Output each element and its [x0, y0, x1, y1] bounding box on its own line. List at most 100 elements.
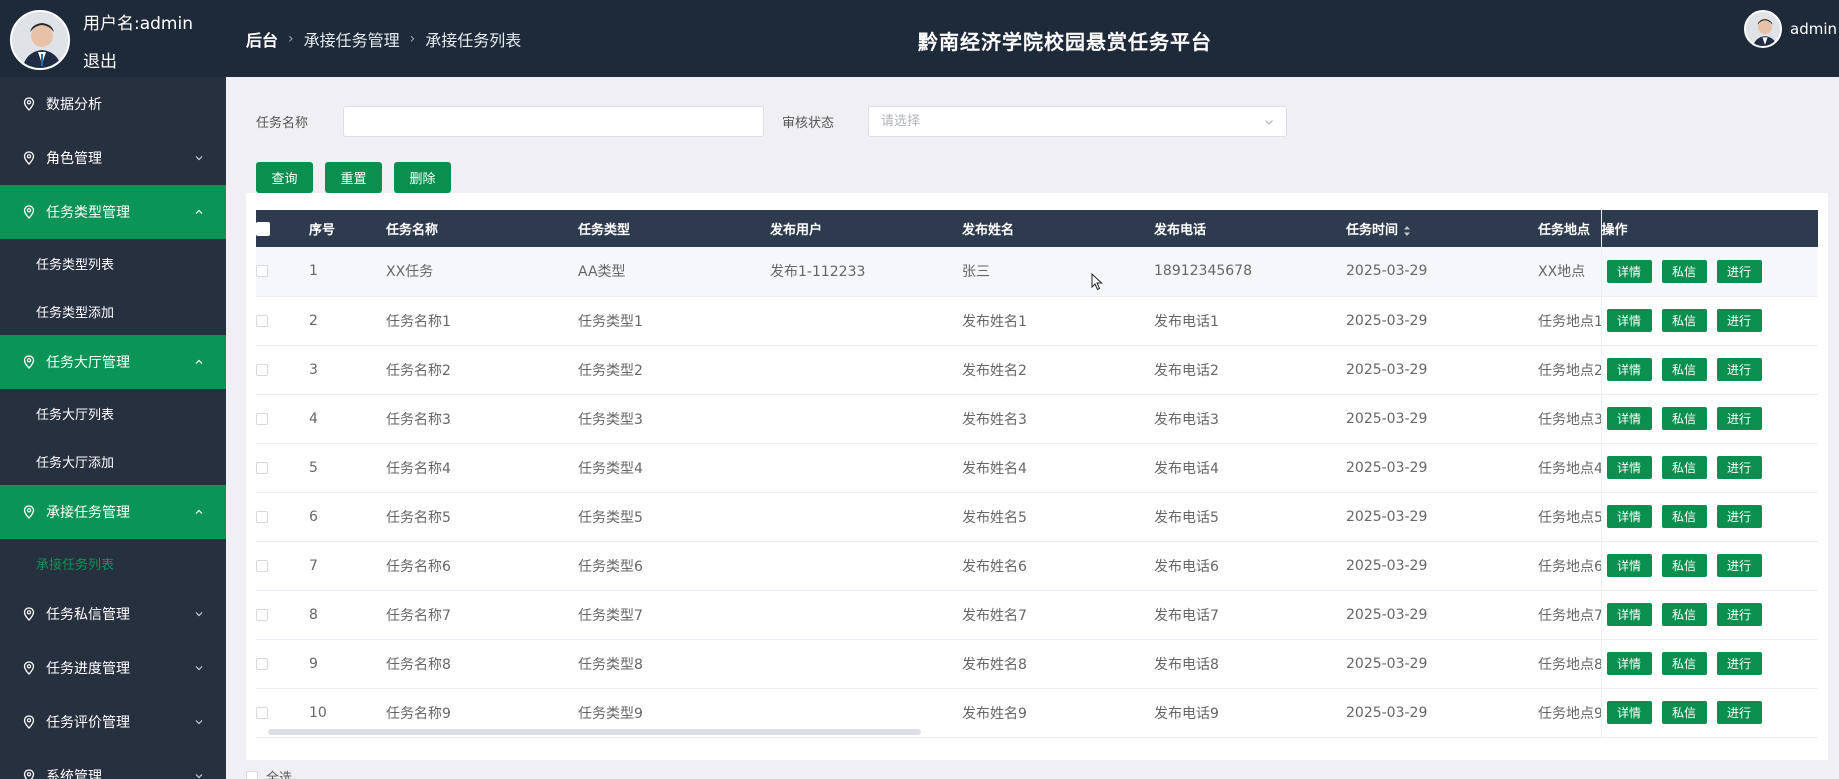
row-checkbox[interactable]	[256, 314, 268, 327]
breadcrumb-item[interactable]: 承接任务管理	[304, 27, 400, 51]
detail-button[interactable]: 详情	[1606, 652, 1652, 675]
detail-button[interactable]: 详情	[1606, 456, 1652, 479]
sidebar-item-task-message-management[interactable]: 任务私信管理	[0, 587, 226, 641]
cell-publisher	[770, 639, 962, 688]
message-button[interactable]: 私信	[1661, 259, 1707, 283]
sidebar-subitem-task-type-add[interactable]: 任务类型添加	[0, 287, 226, 335]
task-name-input[interactable]	[343, 106, 764, 137]
row-operations: 详情 私信 进行	[1600, 590, 1818, 639]
row-checkbox[interactable]	[256, 608, 268, 621]
row-checkbox[interactable]	[256, 363, 268, 376]
message-button[interactable]: 私信	[1661, 603, 1707, 626]
cell-publisher-phone: 发布电话1	[1154, 313, 1219, 330]
detail-button[interactable]: 详情	[1606, 259, 1652, 283]
sidebar-subitem-task-hall-list[interactable]: 任务大厅列表	[0, 389, 226, 437]
proceed-button[interactable]: 进行	[1716, 603, 1762, 626]
sidebar-subitem-task-type-list[interactable]: 任务类型列表	[0, 239, 226, 287]
select-all-footer[interactable]: 全选	[246, 767, 292, 779]
row-checkbox[interactable]	[256, 706, 268, 719]
table-row[interactable]: 3 任务名称2 任务类型2 发布姓名2 发布电话2 2025-03-29 任务地点2 详情 私信…	[256, 345, 1818, 394]
cell-publisher	[770, 590, 962, 639]
table-row[interactable]: 6 任务名称5 任务类型5 发布姓名5 发布电话5 2025-03-29 任务地点5 详情 私信…	[256, 492, 1818, 541]
detail-button[interactable]: 详情	[1606, 554, 1652, 577]
table-row[interactable]: 2 任务名称1 任务类型1 发布姓名1 发布电话1 2025-03-29 任务地点1 详情 私信…	[256, 296, 1818, 345]
cell-index: 1	[309, 263, 318, 280]
cell-publisher	[770, 394, 962, 443]
cell-publisher-name: 张三	[962, 264, 990, 281]
message-button[interactable]: 私信	[1661, 701, 1707, 724]
sidebar-item-role-management[interactable]: 角色管理	[0, 131, 226, 185]
detail-button[interactable]: 详情	[1606, 407, 1652, 430]
sidebar-item-data-analysis[interactable]: 数据分析	[0, 77, 226, 131]
sidebar-item-task-review-management[interactable]: 任务评价管理	[0, 695, 226, 749]
avatar[interactable]	[1744, 10, 1782, 48]
table-header-row: 序号 任务名称 任务类型 发布用户 发布姓名 发布电话 任务时间 任务地点 操作	[256, 210, 1818, 247]
cell-task-type: 任务类型7	[578, 607, 643, 624]
detail-button[interactable]: 详情	[1606, 603, 1652, 626]
cell-publisher-name: 发布姓名8	[962, 656, 1027, 673]
table-row[interactable]: 7 任务名称6 任务类型6 发布姓名6 发布电话6 2025-03-29 任务地点6 详情 私信…	[256, 541, 1818, 590]
detail-button[interactable]: 详情	[1606, 505, 1652, 528]
breadcrumb: 后台 › 承接任务管理 › 承接任务列表	[246, 27, 521, 51]
proceed-button[interactable]: 进行	[1716, 701, 1762, 724]
select-all-header-checkbox[interactable]	[256, 221, 270, 236]
cell-task-time: 2025-03-29	[1346, 361, 1428, 378]
table-row[interactable]: 1 XX任务 AA类型 发布1-112233 张三 18912345678 2025-03-…	[256, 247, 1818, 296]
operation-buttons: 详情 私信 进行	[1602, 554, 1818, 577]
sort-icon[interactable]	[1403, 225, 1411, 237]
proceed-button[interactable]: 进行	[1716, 309, 1762, 332]
audit-status-select[interactable]: 请选择	[868, 106, 1287, 137]
table-row[interactable]: 4 任务名称3 任务类型3 发布姓名3 发布电话3 2025-03-29 任务地点3 详情 私信…	[256, 394, 1818, 443]
proceed-button[interactable]: 进行	[1716, 554, 1762, 577]
message-button[interactable]: 私信	[1661, 554, 1707, 577]
cell-task-type: 任务类型4	[578, 460, 643, 477]
row-checkbox[interactable]	[256, 510, 268, 523]
horizontal-scrollbar[interactable]	[268, 729, 921, 735]
reset-button[interactable]: 重置	[325, 162, 382, 193]
table-row[interactable]: 8 任务名称7 任务类型7 发布姓名7 发布电话7 2025-03-29 任务地点7 详情 私信…	[256, 590, 1818, 639]
table-row[interactable]: 5 任务名称4 任务类型4 发布姓名4 发布电话4 2025-03-29 任务地点4 详情 私信…	[256, 443, 1818, 492]
proceed-button[interactable]: 进行	[1716, 358, 1762, 381]
detail-button[interactable]: 详情	[1606, 309, 1652, 332]
user-avatar[interactable]	[10, 10, 70, 70]
detail-button[interactable]: 详情	[1606, 358, 1652, 381]
row-checkbox[interactable]	[256, 559, 268, 572]
cell-task-time: 2025-03-29	[1346, 459, 1428, 476]
column-header-task-time[interactable]: 任务时间	[1346, 210, 1538, 247]
message-button[interactable]: 私信	[1661, 358, 1707, 381]
proceed-button[interactable]: 进行	[1716, 259, 1762, 283]
cell-publisher-name: 发布姓名2	[962, 362, 1027, 379]
proceed-button[interactable]: 进行	[1716, 505, 1762, 528]
breadcrumb-root[interactable]: 后台	[246, 27, 278, 51]
sidebar-item-task-progress-management[interactable]: 任务进度管理	[0, 641, 226, 695]
proceed-button[interactable]: 进行	[1716, 456, 1762, 479]
select-all-checkbox[interactable]	[246, 770, 258, 779]
message-button[interactable]: 私信	[1661, 456, 1707, 479]
cell-publisher	[770, 541, 962, 590]
message-button[interactable]: 私信	[1661, 505, 1707, 528]
sidebar-item-task-type-management[interactable]: 任务类型管理	[0, 185, 226, 239]
table-row[interactable]: 9 任务名称8 任务类型8 发布姓名8 发布电话8 2025-03-29 任务地点8 详情 私信…	[256, 639, 1818, 688]
sidebar-subitem-accepted-task-list[interactable]: 承接任务列表	[0, 539, 226, 587]
sidebar-item-label: 任务评价管理	[46, 715, 130, 731]
top-right-user[interactable]: admin	[1744, 10, 1837, 48]
sidebar-item-label: 数据分析	[46, 97, 102, 113]
sidebar-item-accepted-task-management[interactable]: 承接任务管理	[0, 485, 226, 539]
proceed-button[interactable]: 进行	[1716, 652, 1762, 675]
main-content: 任务名称 审核状态 请选择 查询 重置 删除 序号 任务名称 任务类型 发布用户…	[226, 77, 1839, 779]
delete-button[interactable]: 删除	[394, 162, 451, 193]
sidebar-item-system-management[interactable]: 系统管理	[0, 749, 226, 779]
detail-button[interactable]: 详情	[1606, 701, 1652, 724]
sidebar-item-task-hall-management[interactable]: 任务大厅管理	[0, 335, 226, 389]
sidebar-subitem-task-hall-add[interactable]: 任务大厅添加	[0, 437, 226, 485]
row-checkbox[interactable]	[256, 461, 268, 474]
message-button[interactable]: 私信	[1661, 652, 1707, 675]
row-checkbox[interactable]	[256, 265, 268, 278]
row-checkbox[interactable]	[256, 412, 268, 425]
message-button[interactable]: 私信	[1661, 309, 1707, 332]
row-checkbox[interactable]	[256, 657, 268, 670]
proceed-button[interactable]: 进行	[1716, 407, 1762, 430]
message-button[interactable]: 私信	[1661, 407, 1707, 430]
query-button[interactable]: 查询	[256, 162, 313, 193]
logout-link[interactable]: 退出	[83, 47, 117, 72]
